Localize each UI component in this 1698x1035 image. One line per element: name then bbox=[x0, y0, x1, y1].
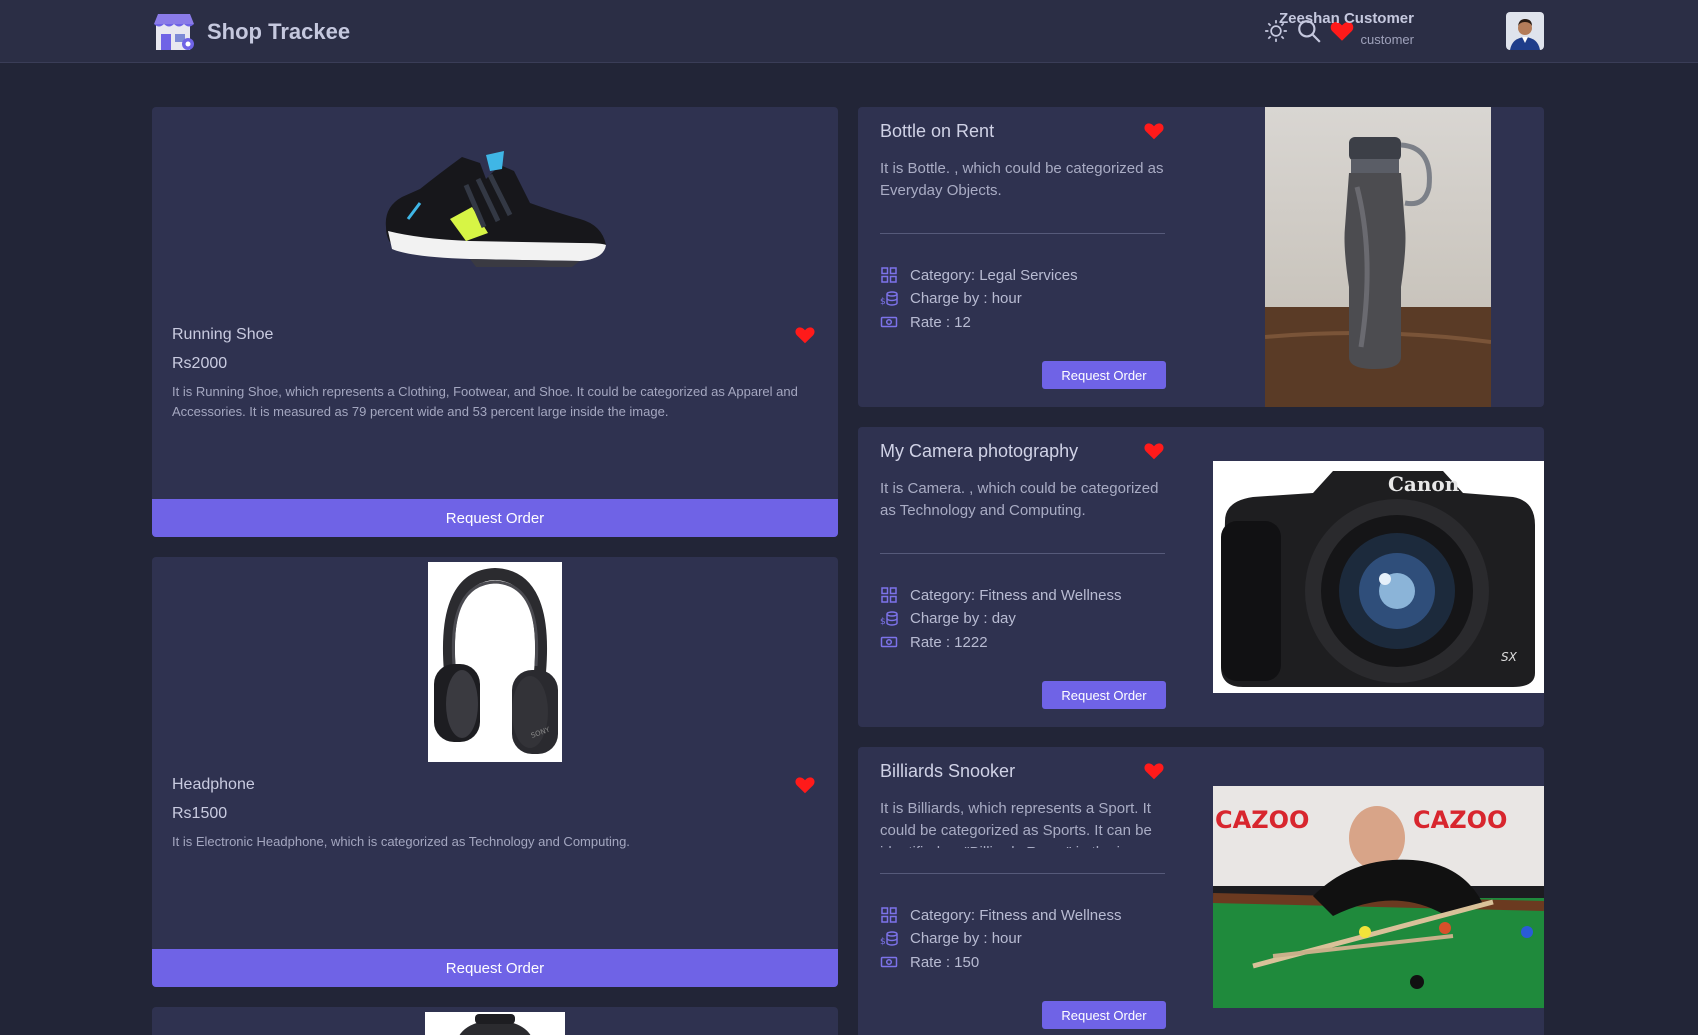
rate-row: Rate : 150 bbox=[880, 953, 979, 971]
user-name: Zeeshan Customer bbox=[1278, 10, 1414, 27]
request-order-button[interactable]: Request Order bbox=[152, 499, 838, 537]
rate-row: Rate : 1222 bbox=[880, 633, 988, 651]
user-info[interactable]: Zeeshan Customer customer bbox=[1279, 10, 1414, 47]
product-image: SONY bbox=[428, 562, 562, 762]
charge-text: Charge by : day bbox=[910, 609, 1016, 627]
service-title: Billiards Snooker bbox=[880, 761, 1016, 781]
product-description: It is Running Shoe, which represents a C… bbox=[172, 384, 798, 419]
product-image bbox=[385, 151, 606, 267]
cash-icon bbox=[880, 316, 898, 328]
category-text: Category: Fitness and Wellness bbox=[910, 906, 1122, 924]
request-order-button[interactable]: Request Order bbox=[152, 949, 838, 987]
divider bbox=[880, 233, 1165, 234]
category-grid-icon bbox=[881, 907, 897, 923]
rate-text: Rate : 1222 bbox=[910, 633, 988, 651]
svg-text:Canon: Canon bbox=[1388, 472, 1460, 496]
brand[interactable]: Shop Trackee bbox=[152, 12, 350, 52]
product-card: SONY Headphone Rs1500 It is Electronic H… bbox=[152, 557, 838, 987]
charge-row: $ Charge by : day bbox=[880, 609, 1016, 628]
charge-text: Charge by : hour bbox=[910, 289, 1022, 307]
top-navbar: Shop Trackee Zeeshan Customer customer bbox=[0, 0, 1698, 63]
user-role: customer bbox=[1360, 32, 1414, 47]
charge-text: Charge by : hour bbox=[910, 929, 1022, 947]
product-description: It is Electronic Headphone, which is cat… bbox=[172, 834, 630, 849]
svg-text:$: $ bbox=[880, 937, 886, 947]
svg-text:SX: SX bbox=[1501, 650, 1518, 664]
service-card: My Camera photography It is Camera. , wh… bbox=[858, 427, 1544, 727]
divider bbox=[880, 873, 1165, 874]
avatar[interactable] bbox=[1506, 12, 1544, 50]
request-order-button[interactable]: Request Order bbox=[1042, 361, 1166, 389]
svg-text:CAZOO: CAZOO bbox=[1413, 806, 1507, 834]
service-image: CAZOO CAZOO bbox=[1213, 786, 1544, 1008]
svg-text:CAZOO: CAZOO bbox=[1215, 806, 1309, 834]
svg-text:$: $ bbox=[880, 297, 886, 307]
charge-row: $ Charge by : hour bbox=[880, 929, 1022, 948]
category-row: Category: Fitness and Wellness bbox=[880, 906, 1122, 924]
product-card: Running Shoe Rs2000 It is Running Shoe, … bbox=[152, 107, 838, 537]
service-description: It is Camera. , which could be categoriz… bbox=[880, 480, 1159, 519]
charge-row: $ Charge by : hour bbox=[880, 289, 1022, 308]
service-title: My Camera photography bbox=[880, 441, 1079, 461]
product-name: Running Shoe bbox=[172, 326, 274, 343]
favorite-heart-icon[interactable] bbox=[793, 774, 817, 796]
divider bbox=[880, 553, 1165, 554]
category-row: Category: Legal Services bbox=[880, 266, 1078, 284]
service-card: Bottle on Rent It is Bottle. , which cou… bbox=[858, 107, 1544, 407]
request-order-button[interactable]: Request Order bbox=[1042, 681, 1166, 709]
product-name: Headphone bbox=[172, 776, 255, 793]
favorite-heart-icon[interactable] bbox=[1142, 120, 1166, 142]
coins-icon: $ bbox=[880, 611, 898, 627]
category-grid-icon bbox=[881, 267, 897, 283]
cash-icon bbox=[880, 636, 898, 648]
favorite-heart-icon[interactable] bbox=[793, 324, 817, 346]
rate-row: Rate : 12 bbox=[880, 313, 971, 331]
service-description: It is Billiards, which represents a Spor… bbox=[880, 800, 1162, 848]
category-text: Category: Fitness and Wellness bbox=[910, 586, 1122, 604]
shop-logo-icon bbox=[154, 14, 194, 50]
svg-text:$: $ bbox=[880, 617, 886, 627]
service-image bbox=[1265, 107, 1491, 407]
product-card bbox=[152, 1007, 838, 1035]
category-text: Category: Legal Services bbox=[910, 266, 1078, 284]
product-price: Rs2000 bbox=[172, 355, 228, 372]
coins-icon: $ bbox=[880, 931, 898, 947]
product-image bbox=[425, 1012, 565, 1035]
category-grid-icon bbox=[881, 587, 897, 603]
request-order-button[interactable]: Request Order bbox=[1042, 1001, 1166, 1029]
favorite-heart-icon[interactable] bbox=[1142, 760, 1166, 782]
category-row: Category: Fitness and Wellness bbox=[880, 586, 1122, 604]
service-card: Billiards Snooker It is Billiards, which… bbox=[858, 747, 1544, 1035]
favorite-heart-icon[interactable] bbox=[1142, 440, 1166, 462]
rate-text: Rate : 150 bbox=[910, 953, 980, 971]
product-price: Rs1500 bbox=[172, 805, 228, 822]
rate-text: Rate : 12 bbox=[910, 313, 971, 331]
app-name: Shop Trackee bbox=[207, 19, 351, 44]
cash-icon bbox=[880, 956, 898, 968]
service-image: Canon SX bbox=[1213, 461, 1544, 693]
coins-icon: $ bbox=[880, 291, 898, 307]
service-description: It is Bottle. , which could be categoriz… bbox=[880, 160, 1164, 199]
service-title: Bottle on Rent bbox=[880, 121, 995, 141]
